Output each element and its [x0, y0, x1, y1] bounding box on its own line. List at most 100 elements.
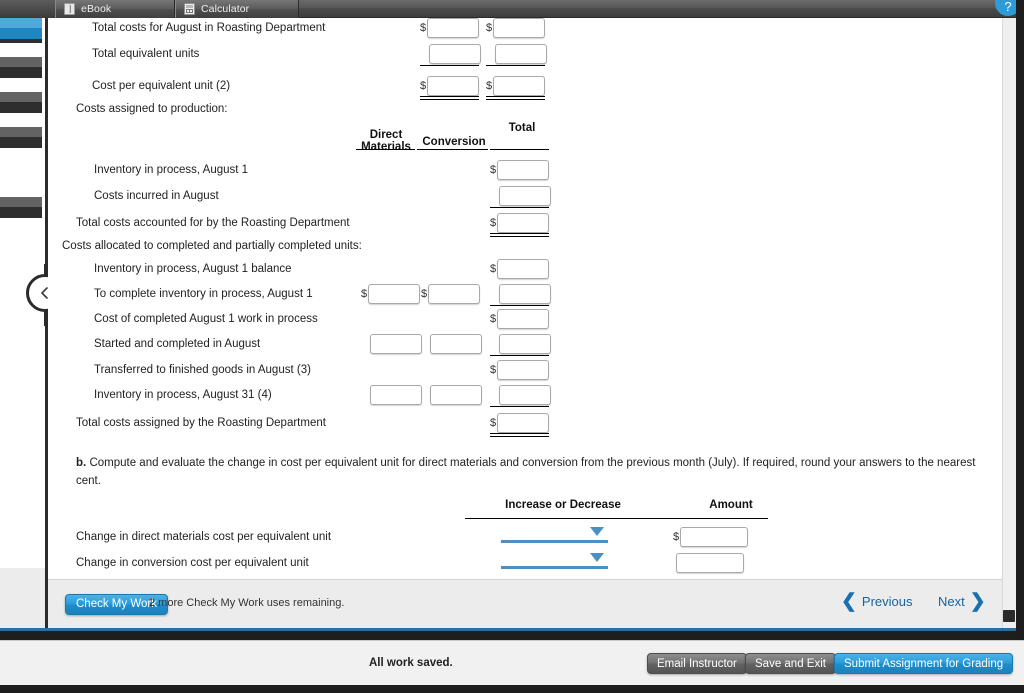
- part-b-text: Compute and evaluate the change in cost …: [76, 457, 976, 487]
- chevron-down-icon-dm[interactable]: [590, 527, 604, 536]
- submit-assignment-button[interactable]: Submit Assignment for Grading: [834, 653, 1014, 674]
- window-bottom-shadow: [0, 631, 1024, 640]
- row-inventory-in-process-aug1: Inventory in process, August 1: [48, 157, 478, 183]
- dollar-sign: $: [490, 364, 497, 376]
- section-label: Costs allocated to completed and partial…: [62, 240, 362, 252]
- input-total-costs-dm[interactable]: [427, 18, 480, 38]
- input-transferred-total[interactable]: [497, 360, 550, 380]
- select-underline-dm: [501, 540, 608, 543]
- input-to-complete-dm[interactable]: [368, 284, 421, 304]
- input-started-completed-cv[interactable]: [430, 334, 482, 354]
- input-total-accounted[interactable]: [497, 213, 550, 233]
- previous-button[interactable]: ❮ Previous: [841, 592, 913, 611]
- cell-started-completed-dm: [370, 331, 422, 357]
- input-inv-aug1-balance-total[interactable]: [497, 259, 550, 279]
- input-total-eu-dm[interactable]: [429, 44, 481, 64]
- row-change-conversion-cpeu: Change in conversion cost per equivalent…: [48, 550, 428, 576]
- dollar-sign: $: [420, 22, 427, 34]
- input-started-completed-total[interactable]: [499, 334, 551, 354]
- vertical-scrollbar-track[interactable]: [1002, 18, 1016, 630]
- subtotal-rule-cv: [486, 65, 545, 66]
- input-to-complete-cv[interactable]: [428, 284, 481, 304]
- sidebar-item-2[interactable]: [0, 57, 42, 78]
- part-b-prompt: b. Compute and evaluate the change in co…: [76, 454, 981, 490]
- input-completed-wip-total[interactable]: [497, 309, 550, 329]
- cell-inv-aug1-balance-total: $: [490, 256, 550, 282]
- column-header-increase-or-decrease: Increase or Decrease: [505, 499, 621, 511]
- email-instructor-button[interactable]: Email Instructor: [647, 653, 747, 674]
- previous-label: Previous: [861, 594, 913, 609]
- save-and-exit-button[interactable]: Save and Exit: [745, 653, 836, 674]
- sidebar-item-6[interactable]: [0, 197, 42, 218]
- cell-to-complete-cv: $: [421, 281, 481, 307]
- input-cpeu-dm[interactable]: [427, 76, 480, 96]
- cell-to-complete-total: [499, 281, 551, 307]
- cell-completed-wip-total: $: [490, 306, 550, 332]
- sidebar-item-5-selected[interactable]: [0, 18, 42, 39]
- row-label: Cost of completed August 1 work in proce…: [94, 313, 318, 325]
- row-label: Change in conversion cost per equivalent…: [76, 557, 309, 569]
- input-started-completed-dm[interactable]: [370, 334, 422, 354]
- row-costs-assigned-heading: Costs assigned to production:: [48, 96, 548, 122]
- dollar-sign: $: [421, 288, 428, 300]
- row-label: Total costs accounted for by the Roastin…: [76, 217, 350, 229]
- input-amount-cv[interactable]: [676, 553, 744, 573]
- dollar-sign: $: [673, 531, 680, 543]
- next-button[interactable]: Next ❯: [938, 592, 986, 611]
- cell-total-eu-cv: [495, 41, 547, 67]
- input-inv-aug31-cv[interactable]: [430, 385, 482, 405]
- section-label: Costs assigned to production:: [76, 103, 228, 115]
- cell-total-costs-dm: $: [420, 18, 480, 41]
- input-cpeu-cv[interactable]: [493, 76, 546, 96]
- cell-costs-incurred-total: [499, 183, 551, 209]
- input-inv-aug1-total[interactable]: [497, 160, 550, 180]
- part-b-header-rule: [465, 518, 768, 519]
- input-inv-aug31-total[interactable]: [499, 385, 551, 405]
- assignment-page: Total costs for August in Roasting Depar…: [48, 18, 1002, 579]
- input-total-eu-cv[interactable]: [495, 44, 547, 64]
- part-b-marker: b.: [76, 457, 87, 469]
- check-my-work-note: 2 more Check My Work uses remaining.: [149, 597, 345, 609]
- column-header-amount: Amount: [709, 499, 753, 511]
- next-label: Next: [938, 594, 965, 609]
- dollar-sign: $: [490, 164, 497, 176]
- row-total-equivalent-units: Total equivalent units: [48, 41, 468, 67]
- dollar-sign: $: [490, 313, 497, 325]
- header-rule-total: [490, 149, 549, 150]
- input-amount-dm[interactable]: [680, 527, 749, 547]
- row-inv-aug1-balance: Inventory in process, August 1 balance: [48, 256, 478, 282]
- total-rule-total-2: [490, 433, 549, 437]
- input-total-assigned[interactable]: [497, 413, 550, 433]
- input-to-complete-total[interactable]: [499, 284, 551, 304]
- row-label: Costs incurred in August: [94, 190, 219, 202]
- chevron-right-icon: ❯: [969, 591, 986, 612]
- row-label: Total costs for August in Roasting Depar…: [92, 22, 326, 34]
- cell-inv-aug31-cv: [430, 382, 482, 408]
- row-cost-of-completed-aug1-wip: Cost of completed August 1 work in proce…: [48, 306, 478, 332]
- tab-bar-left-cap: [0, 0, 55, 18]
- cell-amount-cv: [676, 550, 744, 576]
- cell-amount-dm: $: [673, 524, 749, 550]
- cell-started-completed-total: [499, 331, 551, 357]
- input-costs-incurred-total[interactable]: [499, 186, 551, 206]
- row-label: To complete inventory in process, August…: [94, 288, 313, 300]
- window-footer-edge: [0, 685, 1024, 693]
- tab-calculator[interactable]: Calculator: [175, 0, 299, 18]
- tab-ebook[interactable]: eBook: [55, 0, 175, 18]
- row-label: Cost per equivalent unit (2): [92, 80, 231, 92]
- input-total-costs-cv[interactable]: [493, 18, 546, 38]
- input-inv-aug31-dm[interactable]: [370, 385, 422, 405]
- app-root: eBook Calculator ? Total costs for Augus…: [0, 0, 1024, 693]
- window-right-edge: [1016, 0, 1024, 640]
- cell-started-completed-cv: [430, 331, 482, 357]
- subtotal-rule-total-4: [490, 406, 549, 407]
- dm-line2: Materials: [361, 141, 411, 153]
- chevron-down-icon-cv[interactable]: [590, 553, 604, 562]
- calculator-icon: [184, 3, 195, 15]
- dollar-sign: $: [490, 417, 497, 429]
- vertical-scrollbar-thumb[interactable]: [1003, 610, 1015, 622]
- row-label: Inventory in process, August 1: [94, 164, 249, 176]
- cell-total-eu-dm: [429, 41, 481, 67]
- sidebar-item-4[interactable]: [0, 127, 42, 148]
- sidebar-item-3[interactable]: [0, 92, 42, 113]
